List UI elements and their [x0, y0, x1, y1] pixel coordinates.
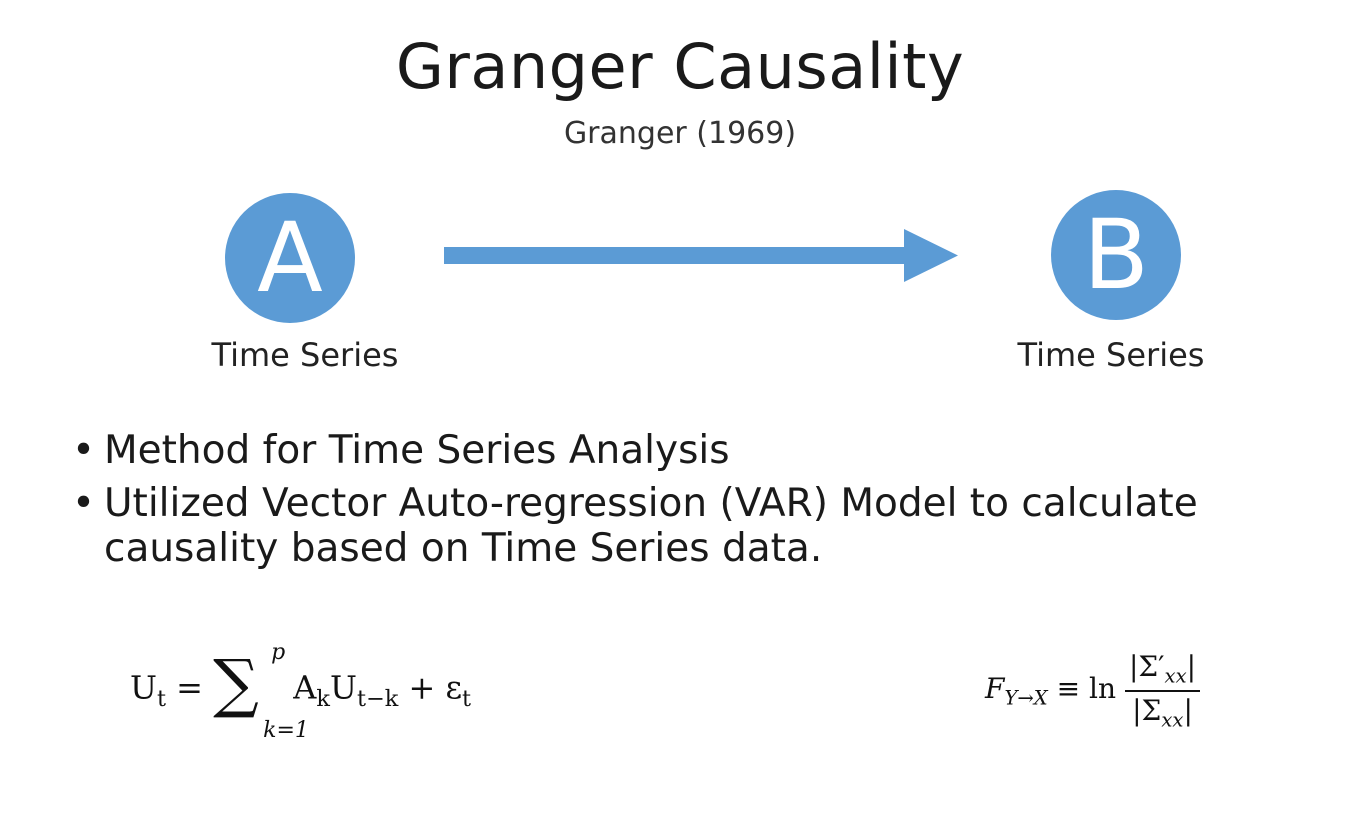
right-arrow-icon — [444, 229, 958, 282]
gc-denominator: |Σxx| — [1125, 692, 1200, 732]
gc-den-body: |Σ — [1132, 693, 1162, 727]
eq-equals: = — [176, 668, 203, 707]
node-a-letter: A — [257, 202, 323, 314]
sum-lower-limit: k=1 — [263, 718, 309, 743]
slide-title: Granger Causality — [395, 30, 965, 103]
bullet-marker: • — [72, 428, 96, 473]
eq-error: ε — [445, 668, 463, 707]
bullet-item: • Utilized Vector Auto-regression (VAR) … — [68, 481, 1338, 571]
eq-lhs: U — [130, 668, 157, 707]
eq-term2: U — [329, 668, 357, 707]
eq-term1: A — [293, 668, 317, 707]
gc-equiv: ≡ — [1056, 672, 1081, 706]
node-b-letter: B — [1083, 199, 1149, 311]
sum-symbol: ∑ — [213, 647, 259, 721]
bullet-text: Method for Time Series Analysis — [104, 428, 730, 473]
eq-plus: + — [408, 668, 436, 707]
bullet-text: Utilized Vector Auto-regression (VAR) Mo… — [104, 481, 1198, 571]
node-a-caption: Time Series — [211, 336, 399, 374]
gc-den-sub: xx — [1161, 708, 1184, 732]
gc-lhs: F — [985, 672, 1005, 706]
arrow-head — [904, 229, 958, 282]
node-b-circle: B — [1051, 190, 1181, 320]
gc-fraction: |Σ′xx| |Σxx| — [1124, 650, 1201, 732]
bullet-item: • Method for Time Series Analysis — [68, 428, 1338, 473]
gc-lhs-sub: Y→X — [1004, 686, 1048, 710]
gc-numerator: |Σ′xx| — [1124, 650, 1201, 692]
gc-num-body: |Σ′ — [1128, 650, 1165, 683]
bullet-list: • Method for Time Series Analysis • Util… — [68, 428, 1338, 579]
node-b-caption: Time Series — [1017, 336, 1205, 374]
summation: ∑ p k=1 — [213, 640, 309, 743]
eq-lhs-sub: t — [156, 685, 166, 712]
gc-ln: ln — [1089, 672, 1117, 706]
sum-upper-limit: p — [271, 640, 286, 665]
node-a-circle: A — [225, 193, 355, 323]
gc-den-close: | — [1183, 693, 1193, 727]
eq-term2-sub: t−k — [356, 685, 399, 712]
gc-num-sub: xx — [1164, 664, 1187, 688]
eq-error-sub: t — [462, 685, 472, 712]
arrow-shaft — [444, 247, 906, 264]
bullet-marker: • — [72, 481, 96, 526]
granger-measure-equation: FY→X ≡ ln |Σ′xx| |Σxx| — [985, 650, 1201, 732]
var-model-equation: Ut = ∑ p k=1 AkUt−k + εt — [130, 640, 472, 743]
eq-term1-sub: k — [316, 685, 330, 712]
slide-subtitle: Granger (1969) — [563, 116, 797, 151]
gc-num-close: | — [1186, 650, 1197, 683]
